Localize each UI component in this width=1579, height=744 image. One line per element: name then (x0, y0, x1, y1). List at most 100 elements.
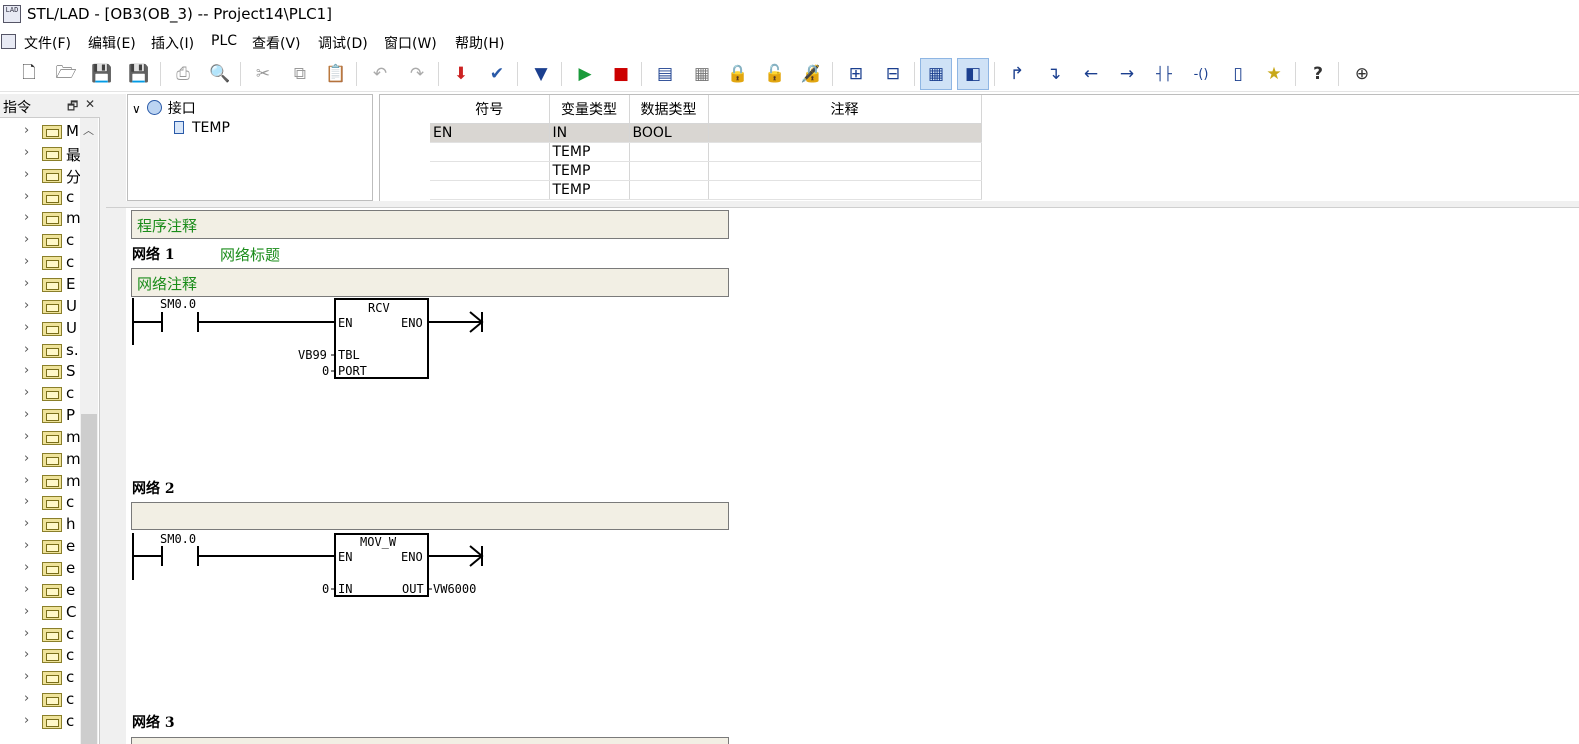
coil-icon[interactable]: -() (1185, 58, 1217, 90)
chevron-right-icon[interactable]: › (24, 429, 29, 444)
table-cell[interactable] (430, 161, 550, 181)
undo-icon[interactable]: ↶ (364, 58, 396, 90)
chevron-right-icon[interactable]: › (24, 451, 29, 466)
redo-icon[interactable]: ↷ (401, 58, 433, 90)
paste-icon[interactable]: 📋 (320, 58, 352, 90)
chevron-right-icon[interactable]: › (24, 494, 29, 509)
scrollbar-thumb[interactable] (81, 414, 97, 744)
instruction-folder[interactable]: › U (0, 318, 80, 340)
branch-up-icon[interactable]: ↱ (1001, 58, 1033, 90)
menu-view[interactable]: 查看(V) (249, 32, 304, 54)
editor-splitter[interactable] (106, 201, 1579, 208)
instruction-folder[interactable]: › e (0, 558, 80, 580)
menu-plc[interactable]: PLC (208, 32, 240, 50)
menu-edit[interactable]: 编辑(E) (85, 32, 139, 54)
contact-icon[interactable]: ┤├ (1148, 58, 1180, 90)
module-icon[interactable]: ▤ (649, 58, 681, 90)
chevron-right-icon[interactable]: › (24, 560, 29, 575)
column-header-data-type[interactable]: 数据类型 (629, 95, 709, 124)
print-icon[interactable]: ⎙ (167, 58, 199, 90)
table-cell[interactable] (708, 123, 982, 143)
chevron-right-icon[interactable]: › (24, 189, 29, 204)
stop-icon[interactable]: ■ (605, 58, 637, 90)
menu-help[interactable]: 帮助(H) (452, 32, 507, 54)
table-cell[interactable] (629, 161, 709, 181)
out-operand[interactable]: VW6000 (433, 582, 476, 596)
chevron-right-icon[interactable]: › (24, 407, 29, 422)
instruction-folder[interactable]: › M (0, 121, 80, 143)
chevron-right-icon[interactable]: › (24, 320, 29, 335)
instruction-scrollbar[interactable]: ︿ (80, 118, 98, 744)
instruction-folder[interactable]: › h (0, 514, 80, 536)
view-split-icon[interactable]: ◧ (957, 58, 989, 90)
instruction-folder[interactable]: › c (0, 252, 80, 274)
block-name[interactable]: MOV_W (360, 535, 396, 549)
instruction-folder[interactable]: › c (0, 645, 80, 667)
instruction-folder[interactable]: › m (0, 208, 80, 230)
chevron-right-icon[interactable]: › (24, 604, 29, 619)
instruction-folder[interactable]: › e (0, 580, 80, 602)
chevron-right-icon[interactable]: › (24, 276, 29, 291)
table-cell[interactable] (708, 142, 982, 162)
instruction-folder[interactable]: › c (0, 492, 80, 514)
table-row[interactable]: EN IN BOOL (430, 123, 982, 143)
chevron-right-icon[interactable]: › (24, 713, 29, 728)
network-1-comment[interactable]: 网络注释 (131, 268, 729, 297)
insert-network-icon[interactable]: ⊞ (840, 58, 872, 90)
instruction-folder[interactable]: › c (0, 230, 80, 252)
contact-address[interactable]: SM0.0 (160, 532, 196, 546)
open-folder-icon[interactable]: 🗁 (50, 58, 82, 90)
arrow-left-icon[interactable]: ← (1075, 58, 1107, 90)
instruction-folder[interactable]: › m (0, 449, 80, 471)
copy-icon[interactable]: ⧉ (284, 58, 316, 90)
instruction-folder[interactable]: › 最 (0, 143, 80, 165)
table-cell[interactable]: TEMP (549, 161, 630, 181)
module-list-icon[interactable]: ▦ (686, 58, 718, 90)
close-icon[interactable]: ✕ (85, 97, 95, 111)
unlock-icon[interactable]: 🔓 (759, 58, 791, 90)
column-header-comment[interactable]: 注释 (708, 95, 982, 124)
table-row[interactable]: TEMP (430, 180, 982, 200)
float-icon[interactable]: 🗗 (67, 97, 78, 118)
chevron-right-icon[interactable]: › (24, 342, 29, 357)
run-icon[interactable]: ▶ (569, 58, 601, 90)
table-cell[interactable]: TEMP (549, 180, 630, 200)
instruction-folder[interactable]: › e (0, 536, 80, 558)
instruction-folder[interactable]: › C (0, 602, 80, 624)
scroll-up-icon[interactable]: ︿ (83, 122, 94, 138)
instruction-folder[interactable]: › c (0, 383, 80, 405)
table-cell[interactable] (629, 180, 709, 200)
save-icon[interactable]: 💾 (86, 58, 118, 90)
table-cell[interactable]: EN (430, 123, 550, 143)
chevron-right-icon[interactable]: › (24, 123, 29, 138)
chevron-down-icon[interactable]: ∨ (132, 102, 141, 116)
menu-debug[interactable]: 调试(D) (315, 32, 371, 54)
instruction-folder[interactable]: › c (0, 711, 80, 733)
chevron-right-icon[interactable]: › (24, 145, 29, 160)
menu-window[interactable]: 窗口(W) (381, 32, 440, 54)
document-icon[interactable] (1, 34, 16, 49)
arrow-right-icon[interactable]: → (1111, 58, 1143, 90)
instruction-folder[interactable]: › c (0, 187, 80, 209)
chevron-right-icon[interactable]: › (24, 385, 29, 400)
table-cell[interactable] (708, 180, 982, 200)
instruction-folder[interactable]: › c (0, 689, 80, 711)
instruction-folder[interactable]: › 分 (0, 165, 80, 187)
menu-file[interactable]: 文件(F) (21, 32, 74, 54)
chevron-right-icon[interactable]: › (24, 167, 29, 182)
lock-icon[interactable]: 🔒 (722, 58, 754, 90)
network-1-subtitle[interactable]: 网络标题 (220, 244, 280, 265)
table-cell[interactable] (430, 142, 550, 162)
instruction-folder[interactable]: › c (0, 624, 80, 646)
instruction-folder[interactable]: › m (0, 471, 80, 493)
table-cell[interactable]: TEMP (549, 142, 630, 162)
lock-blue-icon[interactable]: 🔏 (795, 58, 827, 90)
block-name[interactable]: RCV (368, 301, 390, 315)
table-cell[interactable]: IN (549, 123, 630, 143)
network-2-comment[interactable] (131, 502, 729, 530)
table-cell[interactable] (430, 180, 550, 200)
network-3-title[interactable]: 网络 3 (132, 712, 175, 732)
table-cell[interactable] (708, 161, 982, 181)
table-cell[interactable] (629, 142, 709, 162)
chevron-right-icon[interactable]: › (24, 254, 29, 269)
